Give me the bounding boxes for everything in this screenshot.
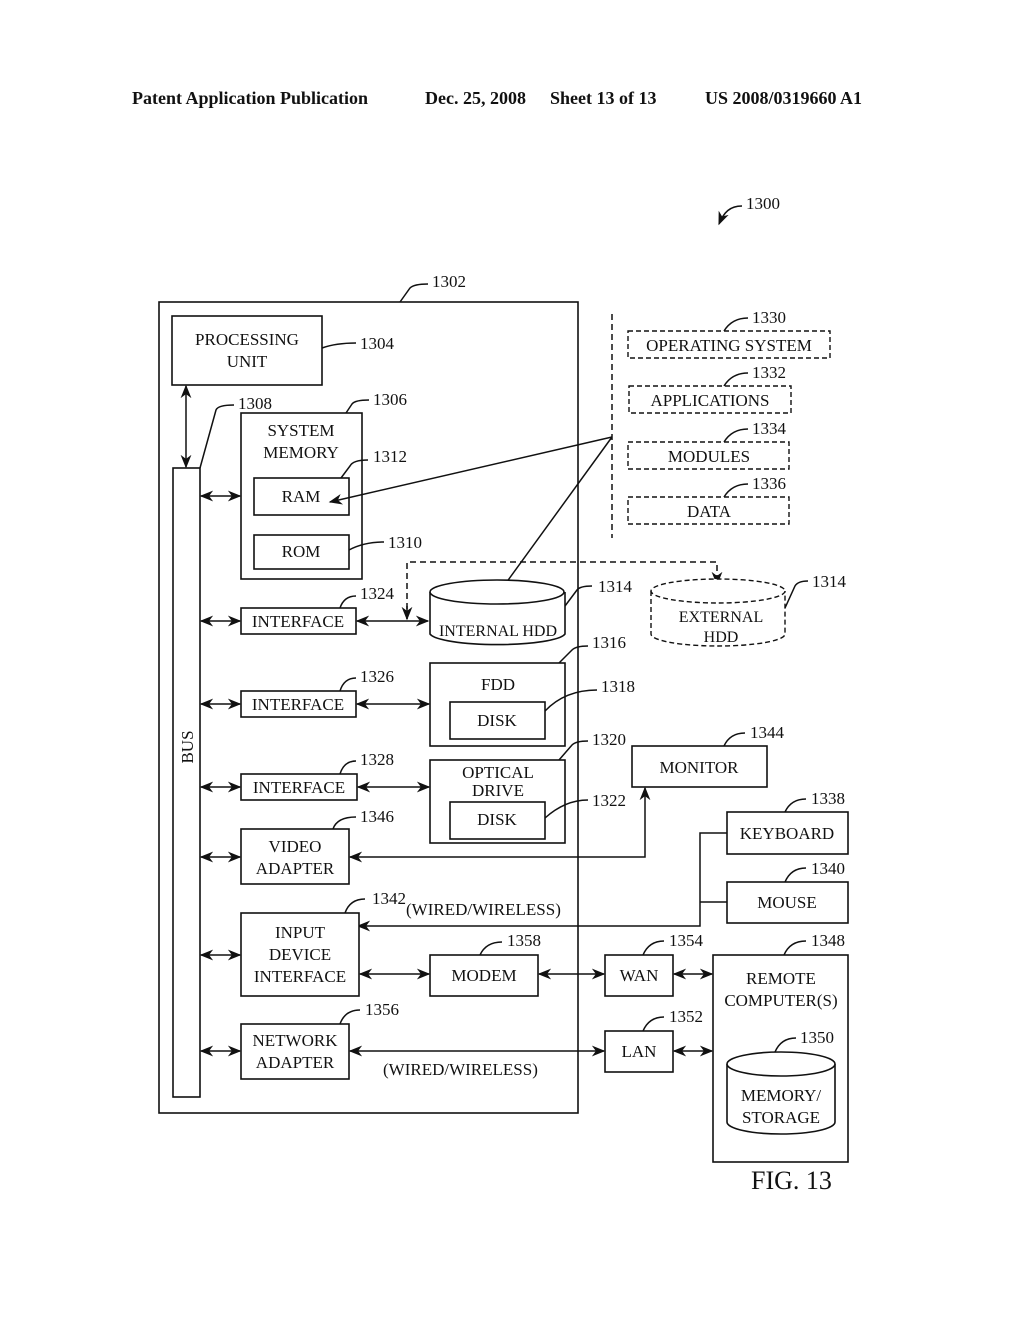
svg-text:1354: 1354 (669, 931, 704, 950)
svg-text:1344: 1344 (750, 723, 785, 742)
svg-text:INTERFACE: INTERFACE (252, 695, 344, 714)
svg-text:ADAPTER: ADAPTER (256, 1053, 335, 1072)
svg-text:1314: 1314 (812, 572, 847, 591)
svg-text:1342: 1342 (372, 889, 406, 908)
svg-text:1320: 1320 (592, 730, 626, 749)
input-link-label: (WIRED/WIRELESS) (406, 900, 561, 919)
svg-text:1338: 1338 (811, 789, 845, 808)
svg-text:DATA: DATA (687, 502, 732, 521)
svg-text:PROCESSING: PROCESSING (195, 330, 299, 349)
svg-text:MODULES: MODULES (668, 447, 750, 466)
svg-text:1356: 1356 (365, 1000, 399, 1019)
svg-text:1346: 1346 (360, 807, 394, 826)
svg-text:INTERFACE: INTERFACE (254, 967, 346, 986)
svg-text:1352: 1352 (669, 1007, 703, 1026)
keyboard[interactable]: KEYBOARD 1338 (726, 789, 849, 855)
mouse[interactable]: MOUSE 1340 (726, 859, 849, 924)
svg-text:1340: 1340 (811, 859, 845, 878)
monitor[interactable]: MONITOR 1344 (631, 723, 785, 788)
wan[interactable]: WAN 1354 (604, 931, 704, 997)
figure-label: FIG. 13 (751, 1166, 832, 1195)
svg-text:BUS: BUS (178, 730, 197, 763)
svg-text:DRIVE: DRIVE (472, 781, 524, 800)
svg-text:1306: 1306 (373, 390, 407, 409)
svg-text:KEYBOARD: KEYBOARD (740, 824, 834, 843)
svg-text:1318: 1318 (601, 677, 635, 696)
svg-text:DISK: DISK (477, 810, 517, 829)
svg-text:1350: 1350 (800, 1028, 834, 1047)
svg-text:ROM: ROM (282, 542, 321, 561)
software-applications[interactable]: APPLICATIONS 1332 (628, 363, 792, 414)
svg-text:FDD: FDD (481, 675, 515, 694)
svg-text:MEMORY/: MEMORY/ (741, 1086, 822, 1105)
svg-text:1348: 1348 (811, 931, 845, 950)
svg-text:STORAGE: STORAGE (742, 1108, 820, 1127)
svg-text:1314: 1314 (598, 577, 633, 596)
svg-text:OPERATING SYSTEM: OPERATING SYSTEM (646, 336, 812, 355)
svg-text:INTERFACE: INTERFACE (253, 778, 345, 797)
svg-text:1332: 1332 (752, 363, 786, 382)
svg-text:DISK: DISK (477, 711, 517, 730)
svg-text:RAM: RAM (282, 487, 321, 506)
svg-text:SYSTEM: SYSTEM (267, 421, 334, 440)
block-diagram: 1300 1302 PROCESSING UNIT 1304 BUS 1308 … (158, 194, 849, 1195)
svg-text:HDD: HDD (704, 629, 739, 646)
external-hdd[interactable]: EXTERNAL HDD 1314 (650, 572, 847, 647)
svg-text:INPUT: INPUT (275, 923, 326, 942)
svg-text:REMOTE: REMOTE (746, 969, 816, 988)
svg-text:1330: 1330 (752, 308, 786, 327)
svg-text:VIDEO: VIDEO (269, 837, 322, 856)
svg-text:UNIT: UNIT (227, 352, 268, 371)
figure-ref-1300: 1300 (718, 194, 780, 226)
svg-text:1302: 1302 (432, 272, 466, 291)
svg-text:LAN: LAN (622, 1042, 657, 1061)
svg-text:1300: 1300 (746, 194, 780, 213)
svg-text:INTERFACE: INTERFACE (252, 612, 344, 631)
svg-text:1336: 1336 (752, 474, 786, 493)
software-data[interactable]: DATA 1336 (627, 474, 790, 525)
svg-text:MONITOR: MONITOR (659, 758, 739, 777)
svg-text:1316: 1316 (592, 633, 626, 652)
svg-text:1328: 1328 (360, 750, 394, 769)
svg-text:APPLICATIONS: APPLICATIONS (650, 391, 769, 410)
svg-text:1326: 1326 (360, 667, 394, 686)
network-link-label: (WIRED/WIRELESS) (383, 1060, 538, 1079)
lan[interactable]: LAN 1352 (604, 1007, 703, 1073)
svg-text:OPTICAL: OPTICAL (462, 763, 534, 782)
svg-text:EXTERNAL: EXTERNAL (679, 609, 763, 626)
svg-text:MODEM: MODEM (451, 966, 516, 985)
software-operating-system[interactable]: OPERATING SYSTEM 1330 (627, 308, 831, 359)
svg-text:1322: 1322 (592, 791, 626, 810)
svg-text:COMPUTER(S): COMPUTER(S) (724, 991, 837, 1010)
svg-text:1334: 1334 (752, 419, 787, 438)
svg-text:MOUSE: MOUSE (757, 893, 817, 912)
svg-text:1324: 1324 (360, 584, 395, 603)
svg-text:1308: 1308 (238, 394, 272, 413)
svg-text:1304: 1304 (360, 334, 395, 353)
svg-text:NETWORK: NETWORK (253, 1031, 339, 1050)
software-modules[interactable]: MODULES 1334 (627, 419, 790, 470)
svg-text:ADAPTER: ADAPTER (256, 859, 335, 878)
svg-text:MEMORY: MEMORY (263, 443, 339, 462)
svg-text:INTERNAL HDD: INTERNAL HDD (439, 623, 557, 640)
svg-text:DEVICE: DEVICE (269, 945, 331, 964)
svg-text:1312: 1312 (373, 447, 407, 466)
svg-text:1358: 1358 (507, 931, 541, 950)
svg-text:WAN: WAN (620, 966, 659, 985)
svg-text:1310: 1310 (388, 533, 422, 552)
